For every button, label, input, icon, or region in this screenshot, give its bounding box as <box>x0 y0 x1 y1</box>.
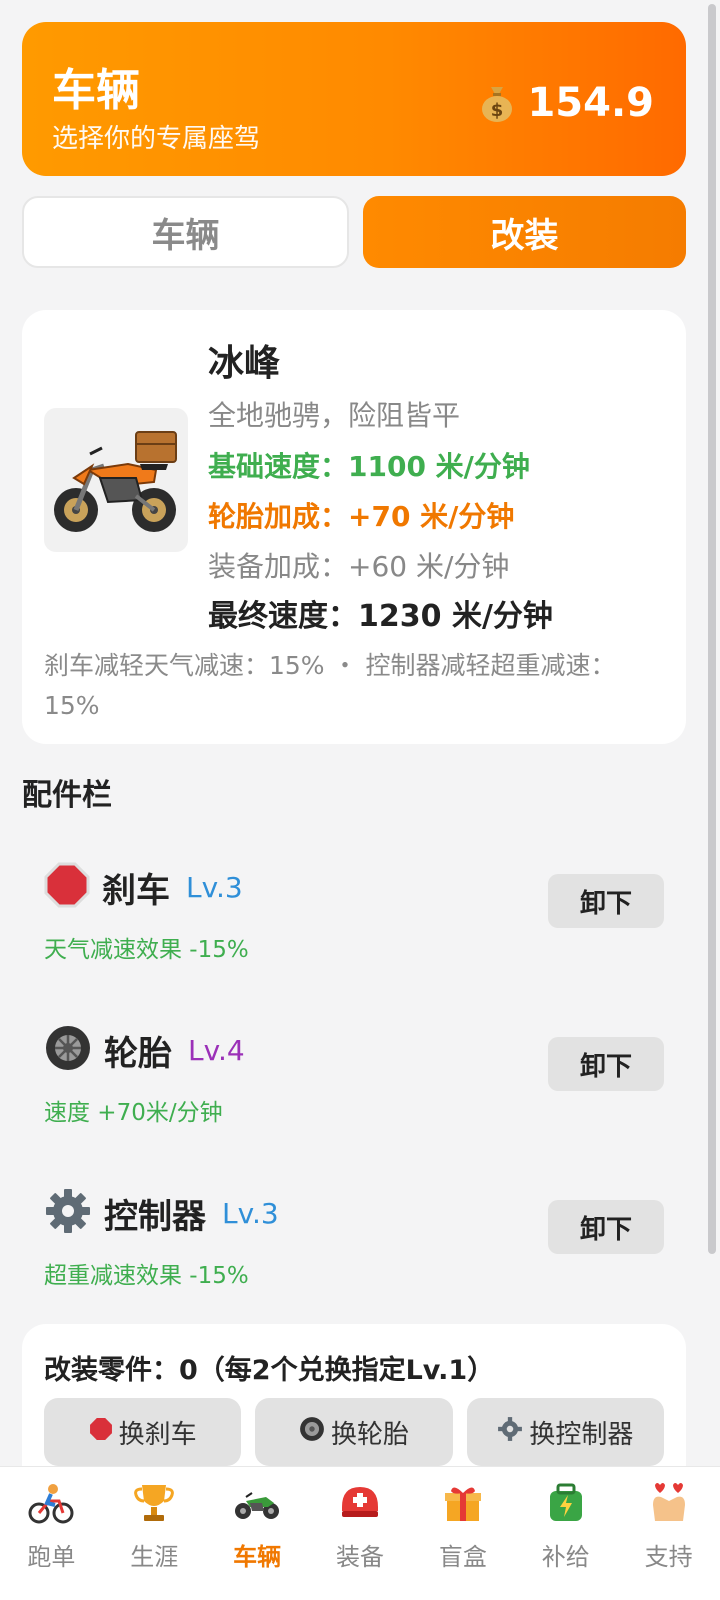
page-subtitle: 选择你的专属座驾 <box>52 124 261 154</box>
unequip-brake-button[interactable]: 卸下 <box>548 874 664 928</box>
part-level: Lv.3 <box>186 870 243 904</box>
nav-label: 补给 <box>541 1543 590 1571</box>
mod-parts-buttons: 换刹车 换轮胎 换控制器 <box>44 1398 664 1466</box>
nav-label: 盲盒 <box>438 1543 487 1571</box>
gift-box-icon <box>438 1479 488 1527</box>
part-name: 控制器 <box>104 1196 206 1237</box>
stop-sign-icon <box>44 862 90 912</box>
parts-section-title: 配件栏 <box>22 778 112 813</box>
stop-sign-icon <box>89 1417 113 1448</box>
coin-value: 154.9 <box>527 80 654 126</box>
nav-label: 装备 <box>336 1543 384 1571</box>
money-bag-icon: $ <box>479 83 515 123</box>
mod-parts-title: 改装零件：0（每2个兑换指定Lv.1） <box>44 1355 495 1386</box>
part-tire: 轮胎 Lv.4 速度 +70米/分钟 卸下 <box>44 1025 664 1135</box>
swap-brake-button[interactable]: 换刹车 <box>44 1398 242 1466</box>
header-banner: 车辆 选择你的专属座驾 $ 154.9 <box>22 22 686 176</box>
swap-controller-label: 换控制器 <box>529 1419 634 1450</box>
nav-item-blindbox[interactable]: 盲盒 <box>411 1467 514 1600</box>
nav-item-supply[interactable]: 补给 <box>514 1467 617 1600</box>
scrollbar[interactable] <box>708 4 716 1254</box>
part-brake: 刹车 Lv.3 天气减速效果 -15% 卸下 <box>44 862 664 972</box>
gear-icon <box>497 1416 523 1449</box>
tire-bonus: 轮胎加成：+70 米/分钟 <box>208 500 515 533</box>
part-name: 刹车 <box>102 870 170 911</box>
finger-heart-icon <box>644 1479 694 1527</box>
nav-label: 支持 <box>644 1543 693 1571</box>
motorcycle-icon <box>232 1479 282 1527</box>
bottom-nav: 跑单 生涯 车辆 装备 盲盒 补给 支持 <box>0 1466 720 1600</box>
vehicle-info: 冰峰 全地驰骋，险阻皆平 基础速度：1100 米/分钟 轮胎加成：+70 米/分… <box>208 334 553 642</box>
vehicle-name: 冰峰 <box>208 343 281 384</box>
nav-item-support[interactable]: 支持 <box>617 1467 720 1600</box>
nav-item-career[interactable]: 生涯 <box>103 1467 206 1600</box>
page-title: 车辆 <box>52 65 140 116</box>
nav-label: 跑单 <box>27 1543 76 1571</box>
equip-bonus: 装备加成：+60 米/分钟 <box>208 550 510 583</box>
part-name: 轮胎 <box>104 1033 172 1074</box>
part-level: Lv.4 <box>188 1033 245 1067</box>
unequip-tire-button[interactable]: 卸下 <box>548 1037 664 1091</box>
nav-item-equipment[interactable]: 装备 <box>309 1467 412 1600</box>
tab-vehicle[interactable]: 车辆 <box>22 196 349 268</box>
nav-label: 车辆 <box>233 1543 282 1571</box>
part-controller: 控制器 Lv.3 超重减速效果 -15% 卸下 <box>44 1188 664 1298</box>
swap-tire-button[interactable]: 换轮胎 <box>255 1398 453 1466</box>
part-effect: 超重减速效果 -15% <box>44 1263 249 1289</box>
tab-bar: 车辆 改装 <box>22 196 686 268</box>
swap-controller-button[interactable]: 换控制器 <box>466 1398 664 1466</box>
vehicle-description: 全地驰骋，险阻皆平 <box>208 399 461 432</box>
nav-item-vehicle[interactable]: 车辆 <box>206 1467 309 1600</box>
motorcycle-image <box>44 408 188 552</box>
vehicle-note: 刹车减轻天气减速：15% ・ 控制器减轻超重减速：15% <box>44 651 616 720</box>
tire-icon <box>44 1024 92 1076</box>
part-level: Lv.3 <box>222 1196 279 1230</box>
tab-modify[interactable]: 改装 <box>363 196 686 268</box>
swap-brake-label: 换刹车 <box>118 1419 197 1450</box>
helmet-icon <box>335 1479 385 1527</box>
unequip-controller-button[interactable]: 卸下 <box>548 1200 664 1254</box>
coin-balance: $ 154.9 <box>479 80 654 126</box>
final-speed: 最终速度：1230 米/分钟 <box>208 599 553 634</box>
part-effect: 天气减速效果 -15% <box>44 937 249 963</box>
cyclist-icon <box>26 1479 76 1527</box>
svg-text:$: $ <box>491 100 504 121</box>
nav-label: 生涯 <box>130 1543 179 1571</box>
swap-tire-label: 换轮胎 <box>330 1419 409 1450</box>
base-speed: 基础速度：1100 米/分钟 <box>208 450 530 483</box>
part-effect: 速度 +70米/分钟 <box>44 1100 223 1126</box>
nav-item-orders[interactable]: 跑单 <box>0 1467 103 1600</box>
trophy-icon <box>129 1479 179 1527</box>
supply-kit-icon <box>541 1479 591 1527</box>
vehicle-card: 冰峰 全地驰骋，险阻皆平 基础速度：1100 米/分钟 轮胎加成：+70 米/分… <box>22 310 686 744</box>
gear-icon <box>44 1187 92 1239</box>
tire-icon <box>299 1416 325 1449</box>
